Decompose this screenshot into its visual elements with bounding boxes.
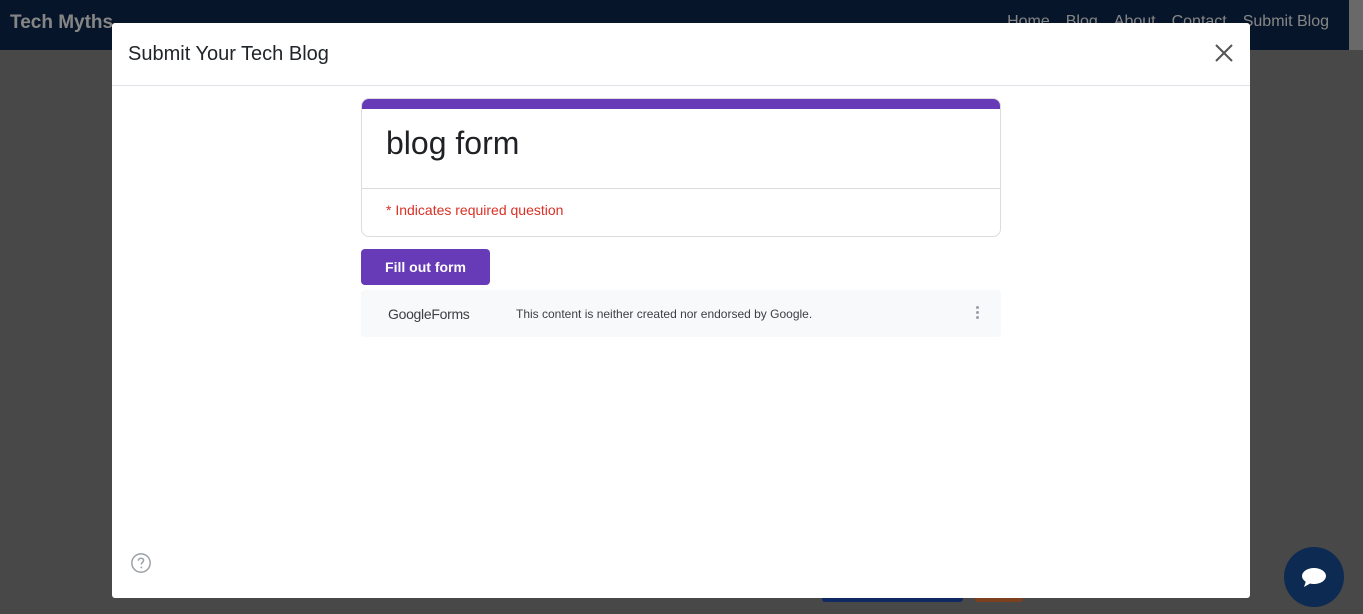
google-forms-logo[interactable]: GoogleForms — [388, 306, 470, 322]
more-vert-icon[interactable] — [973, 304, 981, 322]
modal-header: Submit Your Tech Blog — [112, 23, 1250, 86]
close-button[interactable] — [1212, 41, 1236, 65]
submit-blog-modal: Submit Your Tech Blog blog form * Indica… — [112, 23, 1250, 598]
chat-icon — [1302, 568, 1326, 587]
help-icon[interactable] — [130, 552, 152, 574]
form-title: blog form — [386, 125, 520, 161]
fill-out-form-button[interactable]: Fill out form — [361, 249, 490, 285]
modal-title: Submit Your Tech Blog — [128, 43, 329, 65]
disclaimer-text: This content is neither created nor endo… — [516, 307, 813, 321]
form-divider — [362, 188, 1000, 189]
forms-footer: GoogleForms This content is neither crea… — [361, 290, 1001, 337]
form-header-card: blog form * Indicates required question — [361, 98, 1001, 237]
chat-button[interactable] — [1284, 547, 1344, 607]
close-icon — [1215, 44, 1233, 62]
required-note: * Indicates required question — [386, 202, 564, 218]
form-accent-bar — [362, 99, 1000, 109]
